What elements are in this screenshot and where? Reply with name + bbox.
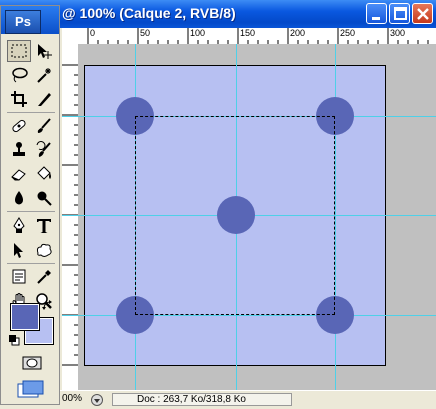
screen-mode-icon [17, 380, 44, 398]
blur-tool[interactable] [7, 187, 31, 209]
toolbox-divider [7, 263, 55, 264]
move-tool[interactable] [32, 40, 56, 62]
quick-mask-icon [22, 356, 42, 370]
lasso-tool[interactable] [7, 64, 31, 86]
history-brush-tool[interactable] [32, 139, 56, 161]
maximize-icon [394, 7, 407, 20]
dodge-icon [37, 191, 52, 206]
brush-tool[interactable] [32, 115, 56, 137]
notes-tool[interactable] [7, 266, 31, 288]
window-title: @ 100% (Calque 2, RVB/8) [62, 5, 236, 21]
slice-tool[interactable] [32, 88, 56, 110]
history-brush-icon [36, 141, 51, 157]
custom-shape-tool[interactable] [32, 239, 56, 261]
vertical-ruler[interactable] [62, 44, 79, 390]
minimize-icon [372, 17, 380, 20]
ruler-label: 100 [190, 28, 206, 38]
ruler-label: 0 [90, 28, 96, 38]
custom-shape-icon [36, 243, 52, 257]
horizontal-ruler[interactable]: 0 50 100 150 200 250 300 [62, 28, 436, 45]
type-tool[interactable] [32, 215, 56, 237]
marquee-selection[interactable] [135, 116, 335, 315]
ruler-label: 250 [340, 28, 356, 38]
lasso-icon [12, 67, 28, 83]
crop-icon [11, 91, 27, 107]
paint-bucket-icon [37, 166, 51, 180]
close-button[interactable] [412, 3, 433, 24]
crop-tool[interactable] [7, 88, 31, 110]
default-colors-icon[interactable] [8, 334, 20, 346]
ruler-label: 50 [140, 28, 151, 38]
magic-wand-tool[interactable] [32, 64, 56, 86]
ps-logo[interactable]: Ps [5, 10, 41, 34]
toolbox-divider [7, 112, 55, 113]
ruler-label: 200 [290, 28, 306, 38]
photoshop-window: @ 100% (Calque 2, RVB/8) 0 50 100 150 20… [0, 0, 436, 409]
eraser-tool[interactable] [7, 163, 31, 185]
toolbox-header[interactable]: Ps [1, 6, 59, 34]
status-menu-icon[interactable] [90, 393, 104, 407]
vertical-guide[interactable] [335, 44, 336, 390]
toolbox-divider [7, 211, 55, 212]
eyedropper-tool[interactable] [32, 266, 56, 288]
move-icon [38, 44, 52, 59]
swap-colors-icon[interactable] [42, 300, 54, 312]
tools-palette: Ps [0, 5, 60, 405]
magic-wand-icon [37, 68, 51, 83]
ruler-ticks [62, 64, 78, 366]
minimize-button[interactable] [366, 3, 387, 24]
paint-bucket-tool[interactable] [32, 163, 56, 185]
rectangular-marquee-icon [11, 44, 27, 58]
ruler-label: 150 [240, 28, 256, 38]
slice-icon [38, 93, 51, 106]
rectangular-marquee-tool[interactable] [7, 40, 31, 62]
eyedropper-icon [37, 270, 51, 284]
pen-tool[interactable] [7, 215, 31, 237]
ruler-label: 300 [390, 28, 406, 38]
status-bar: 00% Doc : 263,7 Ko/318,8 Ko [0, 390, 436, 409]
clone-stamp-icon [13, 142, 25, 156]
dodge-tool[interactable] [32, 187, 56, 209]
zoom-level[interactable]: 00% [62, 393, 82, 404]
blur-icon [15, 191, 23, 205]
notes-icon [12, 269, 26, 284]
title-bar[interactable]: @ 100% (Calque 2, RVB/8) [0, 0, 436, 28]
screen-mode-toggle[interactable] [15, 378, 47, 400]
healing-brush-icon [12, 119, 26, 133]
path-selection-tool[interactable] [7, 239, 31, 261]
maximize-button[interactable] [389, 3, 410, 24]
quick-mask-toggle[interactable] [20, 353, 44, 373]
eraser-icon [11, 169, 26, 181]
document-info: Doc : 263,7 Ko/318,8 Ko [112, 393, 292, 406]
type-icon [37, 219, 51, 233]
path-selection-icon [14, 243, 23, 258]
brush-icon [37, 118, 51, 133]
pen-icon [13, 217, 25, 233]
healing-brush-tool[interactable] [7, 115, 31, 137]
close-icon [417, 8, 429, 20]
clone-stamp-tool[interactable] [7, 139, 31, 161]
foreground-color-swatch[interactable] [10, 303, 40, 331]
